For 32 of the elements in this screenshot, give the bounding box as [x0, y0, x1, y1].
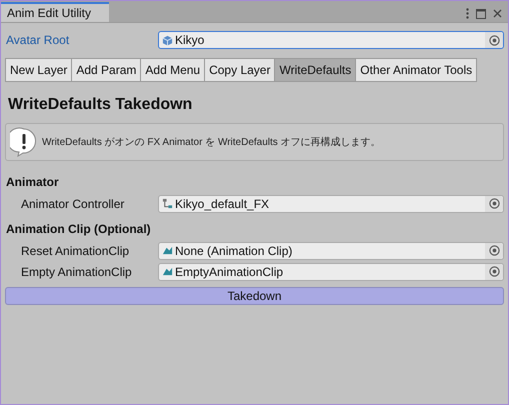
object-picker-icon	[488, 198, 500, 209]
section-title: Animator	[5, 174, 60, 191]
toolbar-tab[interactable]: WriteDefaults	[275, 58, 356, 82]
section-title: Animation Clip (Optional)	[5, 221, 152, 238]
object-picker-icon	[488, 245, 500, 256]
field-label: Empty AnimationClip	[21, 264, 133, 278]
clip-icon	[162, 245, 173, 256]
warning-icon	[10, 127, 38, 157]
object-field[interactable]: EmptyAnimationClip	[158, 262, 504, 280]
object-field[interactable]: None (Animation Clip)	[158, 242, 504, 260]
window-tab[interactable]: Anim Edit Utility	[1, 2, 109, 22]
toolbar-tab[interactable]: New Layer	[5, 58, 72, 82]
object-picker-icon	[488, 266, 500, 277]
toolbar-tab[interactable]: Add Menu	[141, 58, 206, 82]
maximize-icon[interactable]	[476, 8, 486, 18]
field-label: Animator Controller	[21, 196, 126, 210]
toolbar-tab[interactable]: Copy Layer	[205, 58, 276, 82]
object-picker-icon	[488, 34, 500, 46]
page-heading: WriteDefaults Takedown	[7, 95, 194, 115]
toolbar-tab[interactable]: Add Param	[72, 58, 142, 82]
more-icon[interactable]	[466, 8, 469, 19]
clip-icon	[162, 266, 173, 277]
node-graph-icon	[162, 198, 173, 209]
object-field[interactable]: Kikyo_default_FX	[158, 194, 504, 212]
avatar-root-field[interactable]: Kikyo	[158, 31, 504, 49]
cube-icon	[162, 34, 173, 46]
takedown-button[interactable]: Takedown	[5, 287, 504, 305]
toolbar-tab[interactable]: Other Animator Tools	[356, 58, 478, 82]
info-message: WriteDefaults がオンの FX Animator を WriteDefaults オフに再構成します。	[42, 136, 381, 149]
close-icon[interactable]	[493, 9, 502, 18]
field-label: Reset AnimationClip	[21, 244, 130, 258]
field-label: Avatar Root	[6, 33, 70, 47]
